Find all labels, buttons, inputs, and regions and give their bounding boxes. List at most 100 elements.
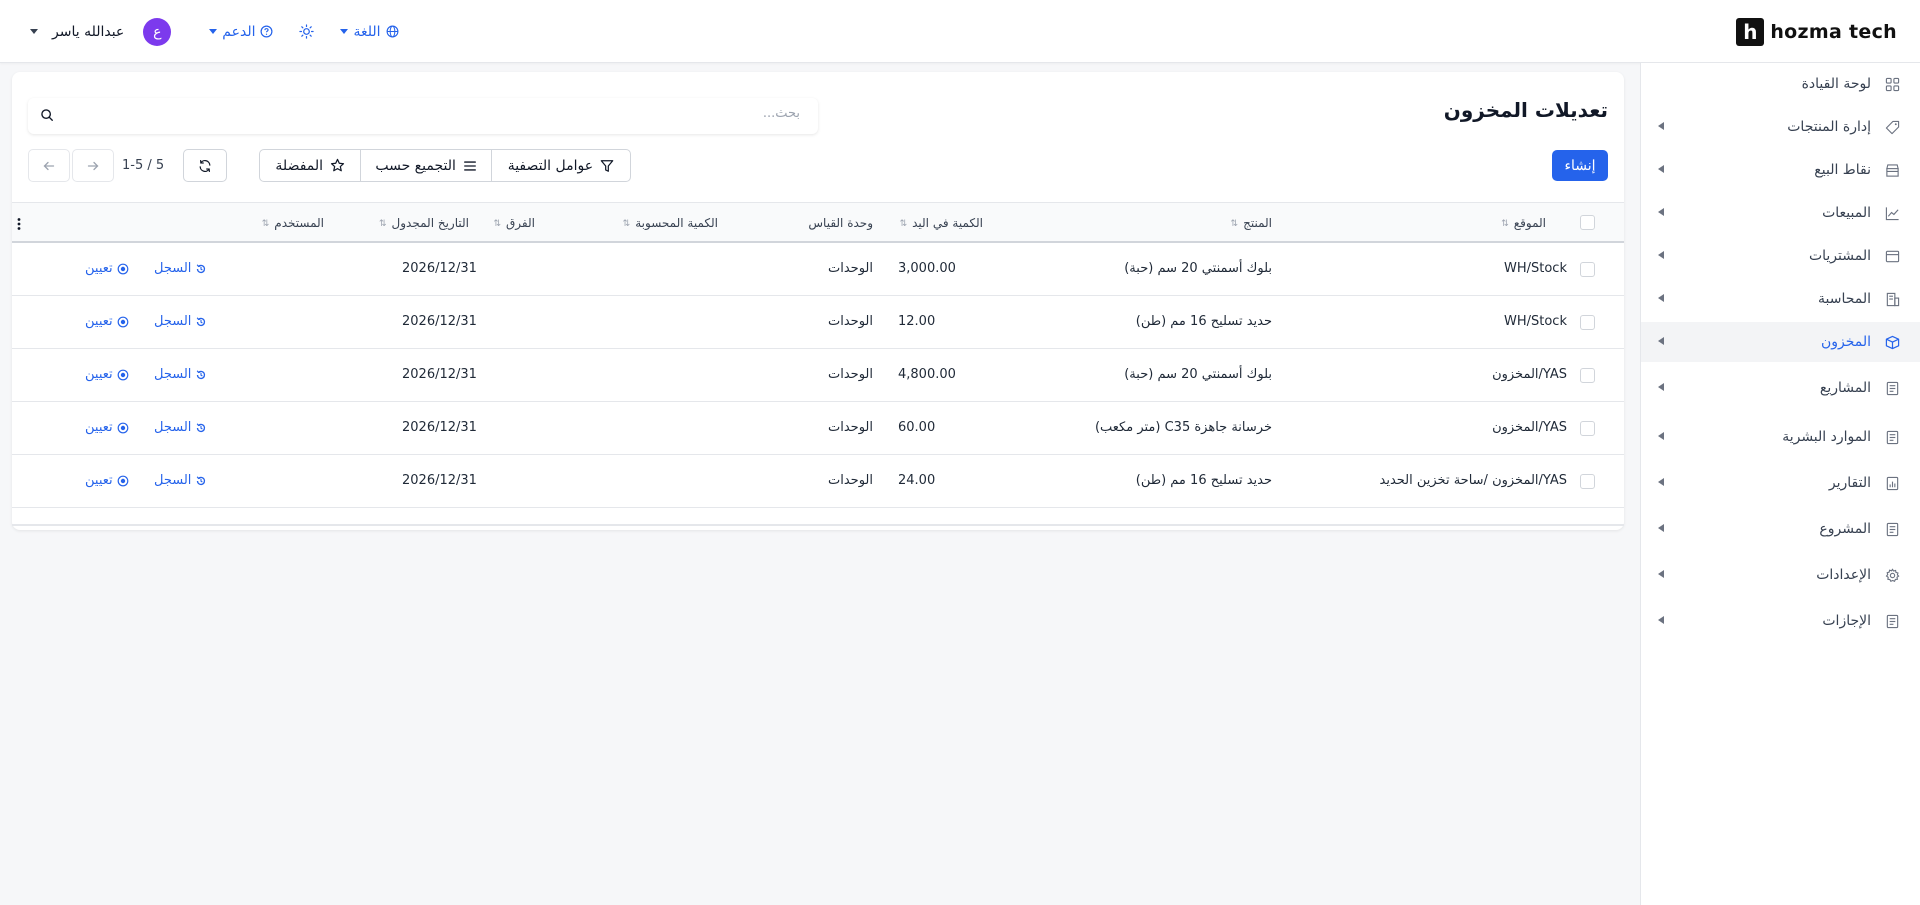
row-checkbox[interactable] bbox=[1580, 421, 1595, 436]
language-menu[interactable]: اللغة bbox=[340, 24, 398, 40]
column-header-scheduled-date[interactable]: التاريخ المجدول⇅ bbox=[379, 216, 469, 230]
support-menu[interactable]: الدعم bbox=[209, 24, 273, 40]
sidebar-item-dashboard[interactable]: لوحة القيادة bbox=[1641, 64, 1920, 104]
expand-arrow-icon[interactable] bbox=[1658, 478, 1664, 486]
column-header-on-hand[interactable]: الكمية في اليد⇅ bbox=[900, 216, 983, 230]
cell-scheduled-date: 2026/12/31 bbox=[402, 314, 477, 329]
row-checkbox[interactable] bbox=[1580, 368, 1595, 383]
create-button[interactable]: إنشاء bbox=[1552, 150, 1608, 181]
gear-icon bbox=[1884, 567, 1900, 583]
history-button[interactable]: السجل bbox=[154, 420, 207, 435]
language-label: اللغة bbox=[353, 23, 381, 40]
assign-button[interactable]: تعيين bbox=[85, 314, 129, 329]
column-header-product[interactable]: المنتج⇅ bbox=[1231, 216, 1272, 230]
sidebar-item-settings[interactable]: الإعدادات bbox=[1641, 555, 1920, 595]
cell-uom: الوحدات bbox=[828, 420, 873, 435]
box-icon bbox=[1884, 334, 1900, 350]
sidebar-item-label: المشاريع bbox=[1819, 380, 1871, 396]
group-by-button[interactable]: التجميع حسب bbox=[360, 150, 490, 181]
history-button[interactable]: السجل bbox=[154, 367, 207, 382]
cell-on-hand: 60.00 bbox=[898, 420, 936, 435]
theme-toggle[interactable] bbox=[299, 24, 315, 39]
pager-value[interactable]: 1-5 / 5 bbox=[122, 158, 164, 173]
expand-arrow-icon[interactable] bbox=[1658, 251, 1664, 259]
main-card: تعديلات المخزون إنشاء عوامل التصفية التج… bbox=[12, 72, 1624, 530]
user-menu[interactable]: عبدالله ياسر ع bbox=[30, 17, 172, 46]
brand-logo[interactable]: h hozma tech bbox=[1736, 18, 1897, 46]
sidebar-item-label: المخزون bbox=[1820, 334, 1871, 350]
sort-icon: ⇅ bbox=[1501, 218, 1509, 229]
avatar[interactable]: ع bbox=[143, 17, 172, 46]
table-row[interactable]: WH/Stock حديد تسليح 16 مم (طن) 12.00 الو… bbox=[12, 296, 1624, 349]
sidebar-item-reports[interactable]: التقارير bbox=[1641, 463, 1920, 503]
sidebar-item-label: إدارة المنتجات bbox=[1787, 119, 1871, 135]
cell-scheduled-date: 2026/12/31 bbox=[402, 367, 477, 382]
next-page-button[interactable] bbox=[72, 149, 114, 182]
sidebar-item-label: المشتريات bbox=[1808, 248, 1871, 264]
search-icon[interactable] bbox=[40, 108, 54, 126]
column-header-user[interactable]: المستخدم⇅ bbox=[262, 216, 324, 230]
expand-arrow-icon[interactable] bbox=[1658, 616, 1664, 624]
sidebar-item-project[interactable]: المشروع bbox=[1641, 509, 1920, 549]
column-options-icon[interactable] bbox=[16, 217, 22, 235]
expand-arrow-icon[interactable] bbox=[1658, 122, 1664, 130]
history-button[interactable]: السجل bbox=[154, 261, 207, 276]
purchase-icon bbox=[1884, 248, 1900, 264]
expand-arrow-icon[interactable] bbox=[1658, 165, 1664, 173]
assign-button[interactable]: تعيين bbox=[85, 261, 129, 276]
expand-arrow-icon[interactable] bbox=[1658, 524, 1664, 532]
row-checkbox[interactable] bbox=[1580, 262, 1595, 277]
refresh-button[interactable] bbox=[183, 149, 227, 182]
target-icon bbox=[117, 475, 129, 486]
sidebar-item-products[interactable]: إدارة المنتجات bbox=[1641, 107, 1920, 147]
search-input[interactable] bbox=[100, 106, 800, 121]
column-header-difference[interactable]: الفرق⇅ bbox=[493, 216, 535, 230]
history-button[interactable]: السجل bbox=[154, 314, 207, 329]
favorites-button[interactable]: المفضلة bbox=[260, 150, 360, 181]
column-header-computed-qty[interactable]: الكمية المحسوبة⇅ bbox=[623, 216, 718, 230]
assign-button[interactable]: تعيين bbox=[85, 473, 129, 488]
target-icon bbox=[117, 422, 129, 433]
sidebar-item-label: المحاسبة bbox=[1817, 291, 1871, 307]
sidebar-item-label: الموارد البشرية bbox=[1782, 429, 1871, 445]
assign-button[interactable]: تعيين bbox=[85, 367, 129, 382]
table-row[interactable]: WH/Stock بلوك أسمنتي 20 سم (حبة) 3,000.0… bbox=[12, 243, 1624, 296]
column-header-location[interactable]: الموقع⇅ bbox=[1501, 216, 1546, 230]
expand-arrow-icon[interactable] bbox=[1658, 432, 1664, 440]
report-icon bbox=[1884, 475, 1900, 491]
row-checkbox[interactable] bbox=[1580, 474, 1595, 489]
sidebar-item-leaves[interactable]: الإجازات bbox=[1641, 601, 1920, 641]
sidebar-item-accounting[interactable]: المحاسبة bbox=[1641, 279, 1920, 319]
sidebar-item-projects[interactable]: المشاريع bbox=[1641, 368, 1920, 408]
expand-arrow-icon[interactable] bbox=[1658, 208, 1664, 216]
table-row[interactable]: YAS/المخزون بلوك أسمنتي 20 سم (حبة) 4,80… bbox=[12, 349, 1624, 402]
cell-location: WH/Stock bbox=[1504, 261, 1567, 276]
assign-button[interactable]: تعيين bbox=[85, 420, 129, 435]
select-all-checkbox[interactable] bbox=[1580, 215, 1595, 230]
sort-icon: ⇅ bbox=[899, 218, 908, 229]
sidebar-item-pos[interactable]: نقاط البيع bbox=[1641, 150, 1920, 190]
expand-arrow-icon[interactable] bbox=[1658, 294, 1664, 302]
expand-arrow-icon[interactable] bbox=[1658, 570, 1664, 578]
tag-icon bbox=[1884, 119, 1900, 135]
history-button[interactable]: السجل bbox=[154, 473, 207, 488]
logo-text: hozma tech bbox=[1770, 21, 1897, 43]
sidebar-item-sales[interactable]: المبيعات bbox=[1641, 193, 1920, 233]
logo-mark: h bbox=[1736, 18, 1765, 46]
group-by-label: التجميع حسب bbox=[375, 157, 456, 174]
target-icon bbox=[117, 263, 129, 274]
column-header-uom[interactable]: وحدة القياس bbox=[808, 216, 873, 230]
cell-on-hand: 3,000.00 bbox=[898, 261, 956, 276]
table-row[interactable]: YAS/المخزون خرسانة جاهزة C35 (متر مكعب) … bbox=[12, 402, 1624, 455]
sidebar-item-hr[interactable]: الموارد البشرية bbox=[1641, 417, 1920, 457]
sidebar-item-label: الإجازات bbox=[1822, 613, 1871, 629]
sidebar-item-label: المبيعات bbox=[1822, 205, 1871, 221]
expand-arrow-icon[interactable] bbox=[1658, 383, 1664, 391]
sidebar-item-purchases[interactable]: المشتريات bbox=[1641, 236, 1920, 276]
prev-page-button[interactable] bbox=[28, 149, 70, 182]
filters-button[interactable]: عوامل التصفية bbox=[490, 150, 630, 181]
sidebar-item-inventory[interactable]: المخزون bbox=[1641, 322, 1920, 362]
expand-arrow-icon[interactable] bbox=[1658, 337, 1664, 345]
table-row[interactable]: YAS/المخزون /ساحة تخزين الحديد حديد تسلي… bbox=[12, 455, 1624, 508]
row-checkbox[interactable] bbox=[1580, 315, 1595, 330]
